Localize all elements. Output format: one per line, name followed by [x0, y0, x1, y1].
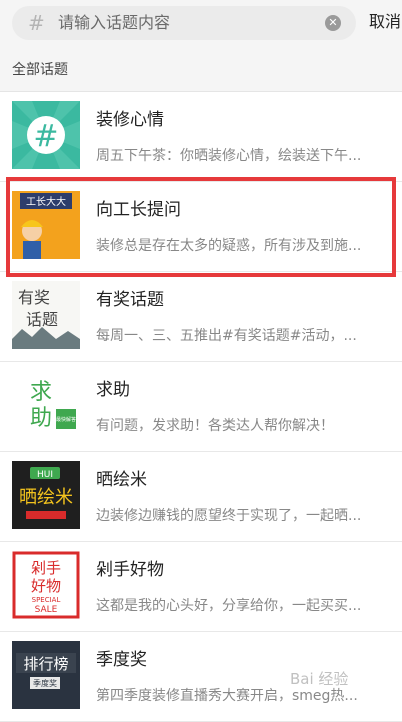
topic-title: 装修心情: [96, 110, 164, 130]
svg-text:季度奖: 季度奖: [33, 678, 57, 688]
hash-icon: #: [28, 11, 45, 35]
search-bar: # 请输入话题内容 ✕ 取消: [0, 0, 402, 46]
topic-list: # 装修心情 周五下午茶：你晒装修心情，绘装送下午... 工长大大 向工长提问 …: [0, 92, 402, 722]
foreman-icon: 工长大大: [12, 191, 80, 259]
svg-text:有奖: 有奖: [18, 288, 50, 307]
topic-title: 有奖话题: [96, 290, 164, 310]
topic-item[interactable]: 有奖 话题 有奖话题 每周一、三、五推出#有奖话题#活动，...: [0, 272, 402, 362]
svg-text:求: 求: [30, 380, 52, 405]
topic-desc: 装修总是存在太多的疑惑，所有涉及到施...: [96, 238, 362, 254]
ranking-icon: 排行榜 季度奖: [12, 641, 80, 709]
svg-text:排行榜: 排行榜: [23, 655, 68, 673]
search-placeholder: 请输入话题内容: [58, 13, 171, 32]
topic-desc: 边装修边赚钱的愿望终于实现了，一起晒...: [96, 508, 362, 524]
svg-text:SALE: SALE: [35, 605, 58, 615]
topic-desc: 第四季度装修直播秀大赛开启，smeg热...: [96, 688, 358, 704]
topic-item[interactable]: HUI 晒绘米 晒绘米 边装修边赚钱的愿望终于实现了，一起晒...: [0, 452, 402, 542]
topic-desc: 有问题，发求助！各类达人帮你解决！: [96, 418, 334, 434]
watermark: Bai 经验: [290, 670, 349, 688]
svg-text:剁手: 剁手: [31, 559, 61, 577]
topic-item[interactable]: 剁手 好物 SPECIAL SALE 剁手好物 这都是我的心头好，分享给你，一起…: [0, 542, 402, 632]
topic-desc: 每周一、三、五推出#有奖话题#活动，...: [96, 328, 357, 344]
svg-text:话题: 话题: [26, 310, 58, 329]
topic-title: 剁手好物: [96, 560, 164, 580]
topic-title: 晒绘米: [96, 470, 147, 490]
svg-text:晒绘米: 晒绘米: [19, 487, 73, 508]
prize-topic-icon: 有奖 话题: [12, 281, 80, 349]
svg-text:最快解答: 最快解答: [56, 416, 76, 423]
help-icon: 求 助 最快解答: [12, 371, 80, 439]
section-label: 全部话题: [12, 62, 68, 78]
search-input[interactable]: # 请输入话题内容 ✕: [12, 6, 356, 40]
topic-item[interactable]: # 装修心情 周五下午茶：你晒装修心情，绘装送下午...: [0, 92, 402, 182]
topic-item[interactable]: 求 助 最快解答 求助 有问题，发求助！各类达人帮你解决！: [0, 362, 402, 452]
svg-text:#: #: [33, 119, 58, 154]
svg-text:助: 助: [30, 406, 52, 431]
topic-title: 求助: [96, 380, 130, 400]
cancel-button[interactable]: 取消: [369, 12, 401, 32]
section-header: 全部话题: [0, 46, 402, 92]
topic-title: 向工长提问: [96, 200, 181, 220]
topic-desc: 周五下午茶：你晒装修心情，绘装送下午...: [96, 148, 362, 164]
svg-text:SPECIAL: SPECIAL: [32, 596, 61, 604]
svg-text:好物: 好物: [31, 577, 61, 595]
topic-title: 季度奖: [96, 650, 147, 670]
topic-item[interactable]: 工长大大 向工长提问 装修总是存在太多的疑惑，所有涉及到施...: [0, 182, 402, 272]
huimi-icon: HUI 晒绘米: [12, 461, 80, 529]
svg-text:HUI: HUI: [37, 470, 53, 480]
shopping-icon: 剁手 好物 SPECIAL SALE: [12, 551, 80, 619]
hash-icon: #: [12, 101, 80, 169]
svg-text:工长大大: 工长大大: [26, 195, 66, 208]
topic-desc: 这都是我的心头好，分享给你，一起买买...: [96, 598, 362, 614]
clear-icon[interactable]: ✕: [325, 15, 341, 31]
